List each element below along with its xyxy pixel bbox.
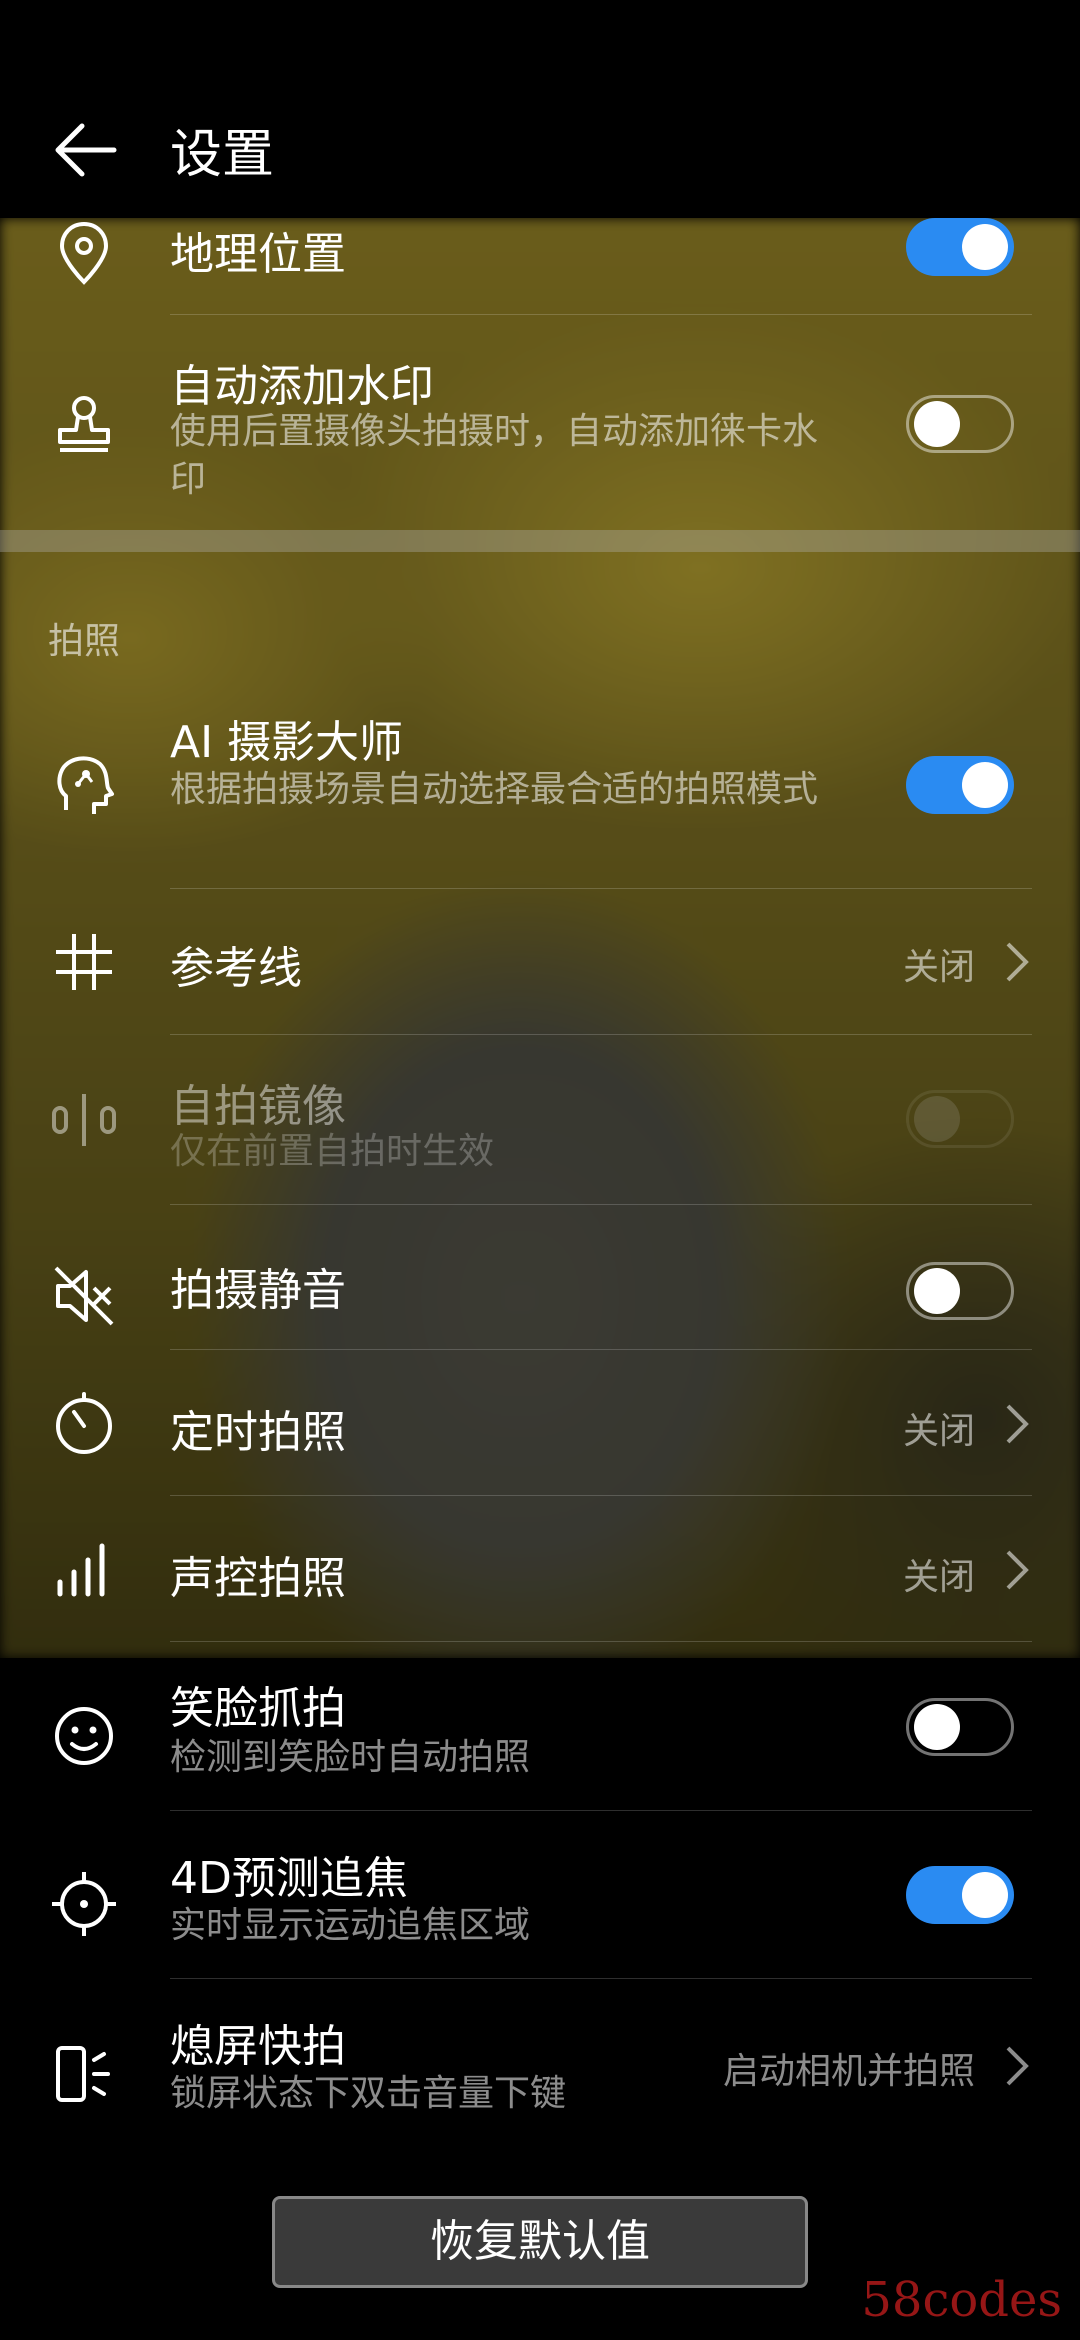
setting-label: 自动添加水印 <box>170 361 434 412</box>
page-title: 设置 <box>170 125 275 185</box>
section-title-photo: 拍照 <box>48 621 121 662</box>
chevron-right-icon <box>1006 2046 1029 2086</box>
stamp-icon <box>58 396 110 452</box>
mirror-toggle[interactable] <box>906 1090 1014 1148</box>
setting-value: 关闭 <box>902 947 975 988</box>
focus-target-icon <box>52 1872 116 1936</box>
setting-description: 根据拍摄场景自动选择最合适的拍照模式 <box>170 769 819 810</box>
location-pin-icon <box>59 221 109 285</box>
setting-value: 启动相机并拍照 <box>722 2051 975 2092</box>
setting-label: 熄屏快拍 <box>170 2021 346 2072</box>
setting-description: 实时显示运动追焦区域 <box>170 1905 531 1946</box>
4d-focus-toggle[interactable] <box>906 1866 1014 1924</box>
mirror-icon <box>52 1094 116 1146</box>
mute-speaker-icon <box>54 1266 114 1326</box>
divider <box>170 1978 1032 1979</box>
back-arrow-icon[interactable] <box>50 115 120 185</box>
setting-label: 拍摄静音 <box>170 1265 346 1316</box>
setting-value: 关闭 <box>902 1557 975 1598</box>
divider <box>170 1204 1032 1205</box>
setting-description: 使用后置摄像头拍摄时，自动添加徕卡水印 <box>170 411 819 500</box>
grid-hash-icon <box>56 934 112 990</box>
setting-label: 参考线 <box>170 943 302 994</box>
setting-label: 定时拍照 <box>170 1407 346 1458</box>
divider <box>170 1641 1032 1642</box>
section-separator <box>0 530 1080 552</box>
site-watermark: 58codes <box>861 2272 1062 2328</box>
setting-label: AI 摄影大师 <box>170 717 404 768</box>
voice-level-icon <box>57 1543 105 1597</box>
smiley-face-icon <box>55 1707 113 1765</box>
setting-label: 地理位置 <box>170 229 346 280</box>
reset-defaults-button[interactable]: 恢复默认值 <box>272 2196 808 2288</box>
phone-snap-icon <box>56 2046 110 2102</box>
app-header: 设置 <box>0 0 1080 218</box>
location-toggle[interactable] <box>906 218 1014 276</box>
divider <box>170 1810 1032 1811</box>
setting-value: 关闭 <box>902 1411 975 1452</box>
timer-icon <box>56 1392 112 1454</box>
setting-description: 仅在前置自拍时生效 <box>170 1131 495 1172</box>
setting-label: 自拍镜像 <box>170 1081 346 1132</box>
divider <box>170 314 1032 315</box>
setting-label: 笑脸抓拍 <box>170 1683 346 1734</box>
divider <box>170 1495 1032 1496</box>
chevron-right-icon <box>1006 1550 1029 1590</box>
divider <box>170 1034 1032 1035</box>
divider <box>170 888 1032 889</box>
setting-label: 声控拍照 <box>170 1553 346 1604</box>
setting-label: 4D预测追焦 <box>170 1853 408 1904</box>
ai-master-toggle[interactable] <box>906 756 1014 814</box>
smile-toggle[interactable] <box>906 1698 1014 1756</box>
watermark-toggle[interactable] <box>906 395 1014 453</box>
ai-head-icon <box>57 756 114 814</box>
chevron-right-icon <box>1006 1404 1029 1444</box>
mute-toggle[interactable] <box>906 1262 1014 1320</box>
divider <box>170 1349 1032 1350</box>
chevron-right-icon <box>1006 942 1029 982</box>
setting-description: 检测到笑脸时自动拍照 <box>170 1737 531 1778</box>
